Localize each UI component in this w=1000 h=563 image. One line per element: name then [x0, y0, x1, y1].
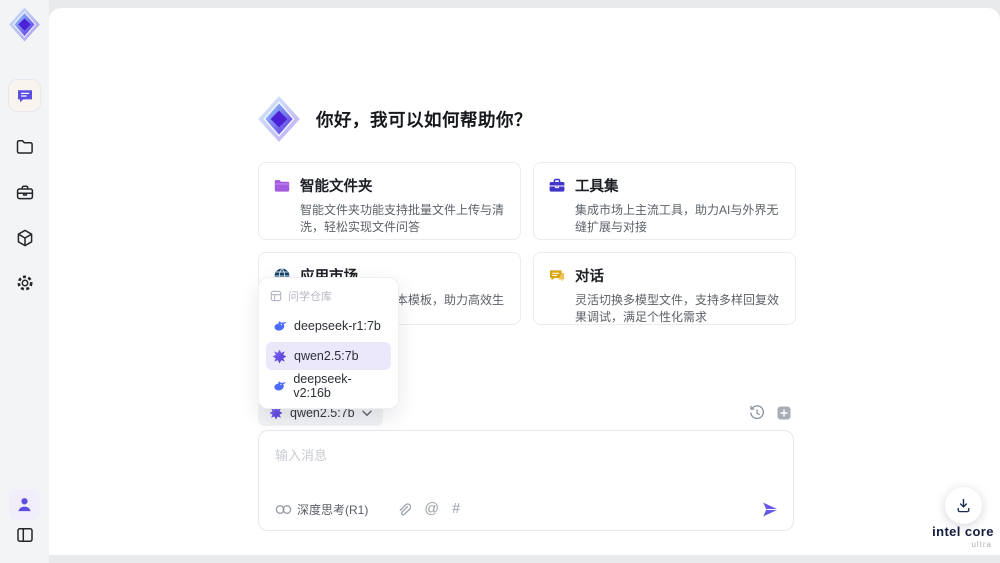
app-logo-icon[interactable] — [6, 6, 43, 43]
intel-core-badge: intel core ultra — [926, 524, 1000, 549]
card-desc: 集成市场上主流工具，助力AI与外界无缝扩展与对接 — [575, 203, 779, 234]
composer: 深度思考(R1) @ # — [258, 430, 794, 531]
repo-icon — [270, 290, 282, 302]
deepseek-icon — [274, 320, 287, 331]
sidebar-item-account[interactable] — [9, 489, 40, 520]
intel-core-label: intel core — [932, 524, 994, 539]
download-icon — [957, 498, 970, 513]
send-button[interactable] — [761, 500, 780, 519]
sidebar-item-chat[interactable] — [9, 80, 40, 111]
sidebar-item-folders[interactable] — [9, 131, 40, 162]
model-option-deepseek-r1[interactable]: deepseek-r1:7b — [266, 312, 391, 340]
card-smart-folder[interactable]: 智能文件夹 智能文件夹功能支持批量文件上传与清洗，轻松实现文件问答 — [258, 162, 521, 240]
briefcase-icon — [16, 184, 33, 199]
card-dialogue[interactable]: 对话 灵活切换多模型文件，支持多样回复效果调试，满足个性化需求 — [533, 252, 796, 325]
hash-tag-icon[interactable]: # — [452, 502, 460, 517]
assistant-gem-icon — [258, 96, 300, 142]
deepseek-icon — [274, 380, 286, 390]
sidebar-item-settings[interactable] — [9, 267, 40, 298]
sidebar-item-collapse-panel[interactable] — [9, 519, 40, 550]
repo-label: 问学仓库 — [288, 291, 332, 303]
card-desc: 智能文件夹功能支持批量文件上传与清洗，轻松实现文件问答 — [300, 203, 505, 234]
at-mention-icon[interactable]: @ — [424, 502, 439, 517]
card-title: 智能文件夹 — [300, 179, 373, 195]
model-option-label: deepseek-v2:16b — [293, 372, 352, 400]
deep-think-icon — [275, 505, 292, 514]
card-desc: 灵活切换多模型文件，支持多样回复效果调试，满足个性化需求 — [575, 293, 780, 324]
send-icon — [763, 502, 779, 517]
model-dropdown-header: 问学仓库 — [266, 285, 391, 310]
new-chat-icon[interactable] — [775, 404, 793, 422]
deep-think-toggle[interactable]: 深度思考(R1) — [275, 501, 368, 518]
conversation-utils — [748, 404, 793, 422]
history-icon[interactable] — [748, 404, 766, 422]
card-title: 对话 — [575, 269, 604, 285]
qwen-icon — [272, 349, 287, 363]
card-title: 工具集 — [575, 179, 619, 195]
model-option-label: deepseek-r1:7b — [294, 319, 381, 333]
message-input[interactable] — [259, 431, 793, 489]
gear-icon — [17, 275, 32, 290]
model-option-qwen[interactable]: qwen2.5:7b — [266, 342, 391, 370]
toolkit-icon — [549, 178, 565, 192]
greeting: 你好，我可以如何帮助你？ — [254, 94, 532, 144]
chat-icon — [17, 89, 32, 102]
model-option-label: qwen2.5:7b — [294, 349, 359, 363]
download-button[interactable] — [945, 487, 982, 524]
sidebar-item-toolbox[interactable] — [9, 177, 40, 208]
sidebar — [0, 0, 49, 563]
sidebar-item-models[interactable] — [9, 222, 40, 253]
folder-icon — [16, 139, 33, 154]
chevron-down-icon — [361, 410, 372, 416]
composer-toolbar: 深度思考(R1) @ # — [275, 500, 780, 519]
intel-ultra-label: ultra — [971, 540, 992, 549]
smart-folder-icon — [274, 179, 290, 192]
model-option-deepseek-v2[interactable]: deepseek-v2:16b — [266, 372, 391, 400]
deep-think-label: 深度思考(R1) — [297, 503, 369, 517]
greeting-title: 你好，我可以如何帮助你？ — [316, 109, 532, 130]
card-toolkit[interactable]: 工具集 集成市场上主流工具，助力AI与外界无缝扩展与对接 — [533, 162, 796, 240]
panel-layout-icon — [16, 527, 33, 542]
model-dropdown: 问学仓库 deepseek-r1:7b qwen2.5:7b deepseek-… — [258, 277, 399, 409]
dialogue-icon — [550, 269, 565, 281]
paperclip-icon[interactable] — [396, 502, 412, 518]
cube-icon — [17, 229, 32, 246]
user-icon — [18, 498, 31, 512]
composer-attachments: @ # — [396, 502, 460, 518]
